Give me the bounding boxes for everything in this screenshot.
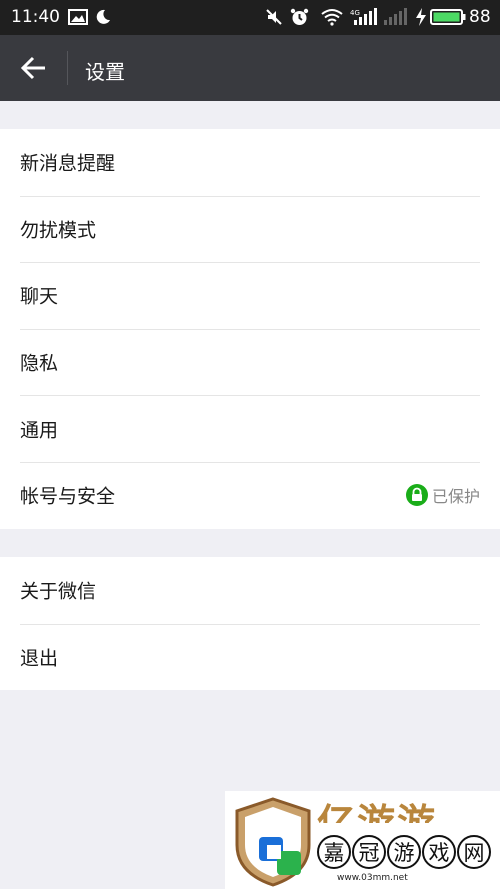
settings-item-label: 通用	[20, 419, 59, 442]
watermark-char: 游	[387, 835, 421, 869]
settings-item-privacy[interactable]: 隐私	[0, 328, 500, 396]
settings-item-label: 退出	[20, 647, 59, 670]
network-type-label: 4G	[350, 9, 360, 17]
watermark-char: 冠	[352, 835, 386, 869]
settings-item-label: 勿扰模式	[20, 219, 97, 242]
settings-item-do-not-disturb[interactable]: 勿扰模式	[0, 195, 500, 263]
signal-empty-icon	[384, 8, 407, 25]
site-watermark: 亿游游 嘉 冠 游 戏 网 www.03mm.net	[225, 791, 500, 889]
back-button[interactable]	[14, 51, 54, 85]
header: 设置	[0, 35, 500, 101]
charging-icon	[416, 8, 426, 26]
settings-item-notifications[interactable]: 新消息提醒	[0, 129, 500, 196]
image-icon	[68, 9, 88, 25]
battery-level: 88	[469, 7, 491, 27]
mute-icon	[266, 9, 282, 25]
watermark-char: 戏	[422, 835, 456, 869]
settings-item-chat[interactable]: 聊天	[0, 262, 500, 329]
watermark-char: 网	[457, 835, 491, 869]
signal-icon: 4G	[350, 8, 377, 25]
settings-item-label: 隐私	[20, 352, 59, 375]
watermark-url: www.03mm.net	[337, 873, 408, 883]
status-time: 11:40	[11, 7, 60, 27]
settings-group-main: 新消息提醒 勿扰模式 聊天 隐私 通用 帐号与安全 已保护	[0, 129, 500, 529]
battery-icon	[430, 9, 466, 25]
moon-icon	[96, 9, 110, 24]
watermark-partial-text: 亿游游	[317, 801, 438, 823]
wifi-icon	[321, 9, 343, 26]
settings-item-general[interactable]: 通用	[0, 395, 500, 462]
settings-item-account-security[interactable]: 帐号与安全 已保护	[0, 461, 500, 529]
shield-logo-icon	[235, 797, 311, 887]
settings-item-label: 帐号与安全	[20, 485, 116, 508]
settings-item-label: 聊天	[20, 285, 59, 308]
status-bar: 11:40 4G 88	[0, 0, 500, 35]
security-status-text: 已保护	[431, 487, 480, 507]
arrow-left-icon	[20, 56, 45, 80]
settings-item-label: 关于微信	[20, 580, 97, 603]
settings-item-about[interactable]: 关于微信	[0, 557, 500, 624]
page-title: 设置	[85, 60, 125, 84]
settings-item-label: 新消息提醒	[20, 152, 116, 175]
watermark-chars: 嘉 冠 游 戏 网	[317, 835, 492, 869]
header-divider	[67, 51, 68, 85]
watermark-char: 嘉	[317, 835, 351, 869]
settings-item-logout[interactable]: 退出	[0, 623, 500, 691]
security-status: 已保护	[405, 483, 480, 507]
lock-icon	[405, 484, 428, 507]
alarm-icon	[290, 8, 309, 25]
settings-group-misc: 关于微信 退出	[0, 557, 500, 690]
